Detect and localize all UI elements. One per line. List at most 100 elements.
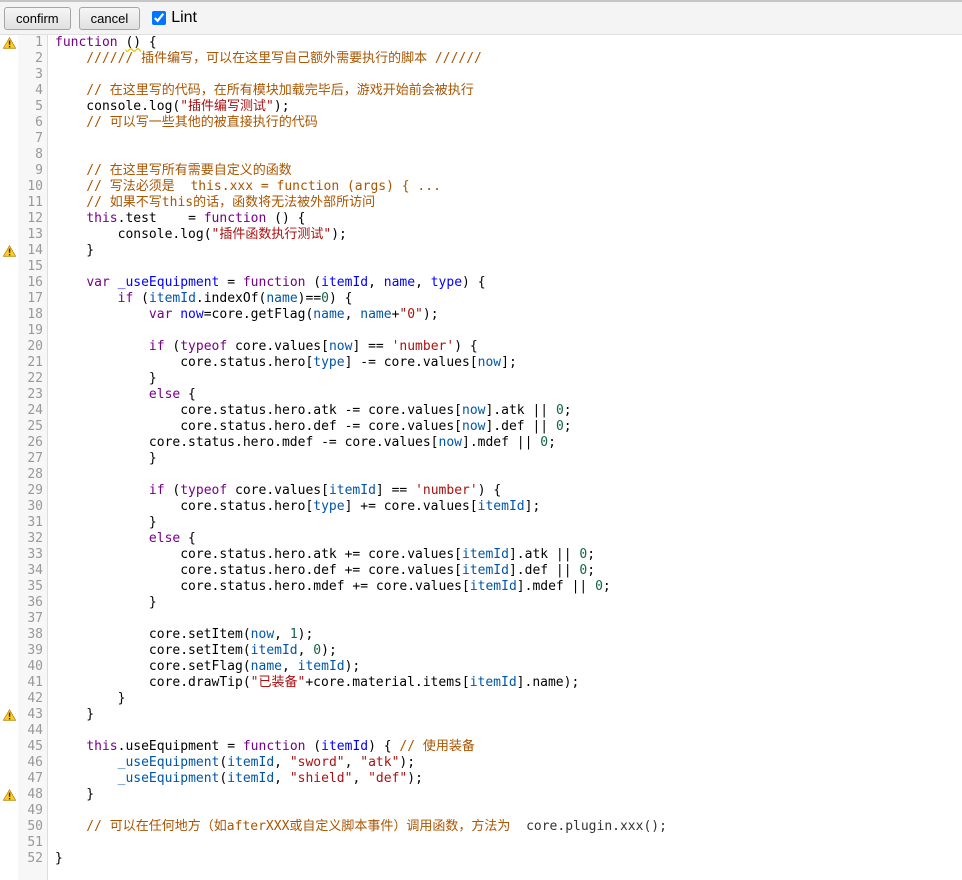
gutter-marker [0,227,18,243]
code-line[interactable]: 23 else { [0,387,962,403]
gutter-marker [0,531,18,547]
code-line[interactable]: 46 _useEquipment(itemId, "sword", "atk")… [0,755,962,771]
code-line[interactable]: 42 } [0,691,962,707]
code-line[interactable]: 21 core.status.hero[type] -= core.values… [0,355,962,371]
code-line[interactable]: 5 console.log("插件编写测试"); [0,99,962,115]
line-number: 6 [18,115,48,131]
code-line[interactable]: 37 [0,611,962,627]
code-line[interactable]: 38 core.setItem(now, 1); [0,627,962,643]
code-line[interactable]: 35 core.status.hero.mdef += core.values[… [0,579,962,595]
warning-marker [0,243,18,259]
code-line[interactable]: 32 else { [0,531,962,547]
code-line[interactable]: 49 [0,803,962,819]
code-line[interactable]: 30 core.status.hero[type] += core.values… [0,499,962,515]
gutter-marker [0,131,18,147]
code-line[interactable]: 48 } [0,787,962,803]
line-number: 51 [18,835,48,851]
code-text [48,835,55,851]
code-line[interactable]: 22 } [0,371,962,387]
gutter-marker [0,323,18,339]
code-line[interactable]: 16 var _useEquipment = function (itemId,… [0,275,962,291]
code-text: } [48,851,63,867]
line-number: 23 [18,387,48,403]
code-editor[interactable]: 1function () {2 ////// 插件编写，可以在这里写自己额外需要… [0,35,962,880]
code-text: // 在这里写的代码，在所有模块加载完毕后，游戏开始前会被执行 [48,83,474,99]
code-text: var _useEquipment = function (itemId, na… [48,275,486,291]
code-line[interactable]: 1function () { [0,35,962,51]
gutter-marker [0,355,18,371]
line-number: 43 [18,707,48,723]
gutter-marker [0,771,18,787]
code-line[interactable]: 50 // 可以在任何地方（如afterXXX或自定义脚本事件）调用函数，方法为… [0,819,962,835]
code-line[interactable]: 4 // 在这里写的代码，在所有模块加载完毕后，游戏开始前会被执行 [0,83,962,99]
gutter-marker [0,803,18,819]
line-number: 9 [18,163,48,179]
code-line[interactable]: 26 core.status.hero.mdef -= core.values[… [0,435,962,451]
code-line[interactable]: 19 [0,323,962,339]
code-text: core.drawTip("已装备"+core.material.items[i… [48,675,579,691]
code-line[interactable]: 28 [0,467,962,483]
code-line[interactable]: 20 if (typeof core.values[now] == 'numbe… [0,339,962,355]
code-line[interactable]: 6 // 可以写一些其他的被直接执行的代码 [0,115,962,131]
code-line[interactable]: 52} [0,851,962,867]
code-text: } [48,707,94,723]
code-text: } [48,371,157,387]
code-text: else { [48,531,196,547]
code-line[interactable]: 45 this.useEquipment = function (itemId)… [0,739,962,755]
gutter-marker [0,595,18,611]
code-line[interactable]: 3 [0,67,962,83]
code-line[interactable]: 13 console.log("插件函数执行测试"); [0,227,962,243]
code-lines: 1function () {2 ////// 插件编写，可以在这里写自己额外需要… [0,35,962,867]
gutter-marker [0,259,18,275]
gutter-marker [0,819,18,835]
line-number: 32 [18,531,48,547]
code-line[interactable]: 31 } [0,515,962,531]
code-line[interactable]: 9 // 在这里写所有需要自定义的函数 [0,163,962,179]
code-line[interactable]: 8 [0,147,962,163]
code-line[interactable]: 40 core.setFlag(name, itemId); [0,659,962,675]
line-number: 25 [18,419,48,435]
code-line[interactable]: 43 } [0,707,962,723]
code-line[interactable]: 17 if (itemId.indexOf(name)==0) { [0,291,962,307]
code-line[interactable]: 24 core.status.hero.atk -= core.values[n… [0,403,962,419]
code-line[interactable]: 44 [0,723,962,739]
code-text [48,323,55,339]
lint-checkbox[interactable] [152,11,166,25]
code-line[interactable]: 25 core.status.hero.def -= core.values[n… [0,419,962,435]
code-line[interactable]: 33 core.status.hero.atk += core.values[i… [0,547,962,563]
code-line[interactable]: 34 core.status.hero.def += core.values[i… [0,563,962,579]
gutter-marker [0,435,18,451]
code-text: core.status.hero[type] -= core.values[no… [48,355,517,371]
gutter-marker [0,291,18,307]
code-line[interactable]: 10 // 写法必须是 this.xxx = function (args) {… [0,179,962,195]
gutter-marker [0,339,18,355]
code-line[interactable]: 29 if (typeof core.values[itemId] == 'nu… [0,483,962,499]
code-line[interactable]: 47 _useEquipment(itemId, "shield", "def"… [0,771,962,787]
gutter-marker [0,739,18,755]
code-text [48,803,55,819]
gutter-marker [0,419,18,435]
confirm-button[interactable]: confirm [4,7,71,30]
code-line[interactable]: 2 ////// 插件编写，可以在这里写自己额外需要执行的脚本 ////// [0,51,962,67]
code-line[interactable]: 11 // 如果不写this的话，函数将无法被外部所访问 [0,195,962,211]
code-line[interactable]: 27 } [0,451,962,467]
code-line[interactable]: 41 core.drawTip("已装备"+core.material.item… [0,675,962,691]
line-number: 46 [18,755,48,771]
code-text: this.useEquipment = function (itemId) { … [48,739,475,755]
code-line[interactable]: 7 [0,131,962,147]
code-text: core.status.hero.atk -= core.values[now]… [48,403,572,419]
code-text: // 如果不写this的话，函数将无法被外部所访问 [48,195,375,211]
line-number: 13 [18,227,48,243]
cancel-button[interactable]: cancel [79,7,141,30]
code-line[interactable]: 51 [0,835,962,851]
code-line[interactable]: 14 } [0,243,962,259]
code-line[interactable]: 12 this.test = function () { [0,211,962,227]
code-line[interactable]: 18 var now=core.getFlag(name, name+"0"); [0,307,962,323]
line-number: 26 [18,435,48,451]
code-line[interactable]: 36 } [0,595,962,611]
line-number: 52 [18,851,48,867]
code-line[interactable]: 39 core.setItem(itemId, 0); [0,643,962,659]
gutter-marker [0,675,18,691]
code-line[interactable]: 15 [0,259,962,275]
code-text: } [48,595,157,611]
